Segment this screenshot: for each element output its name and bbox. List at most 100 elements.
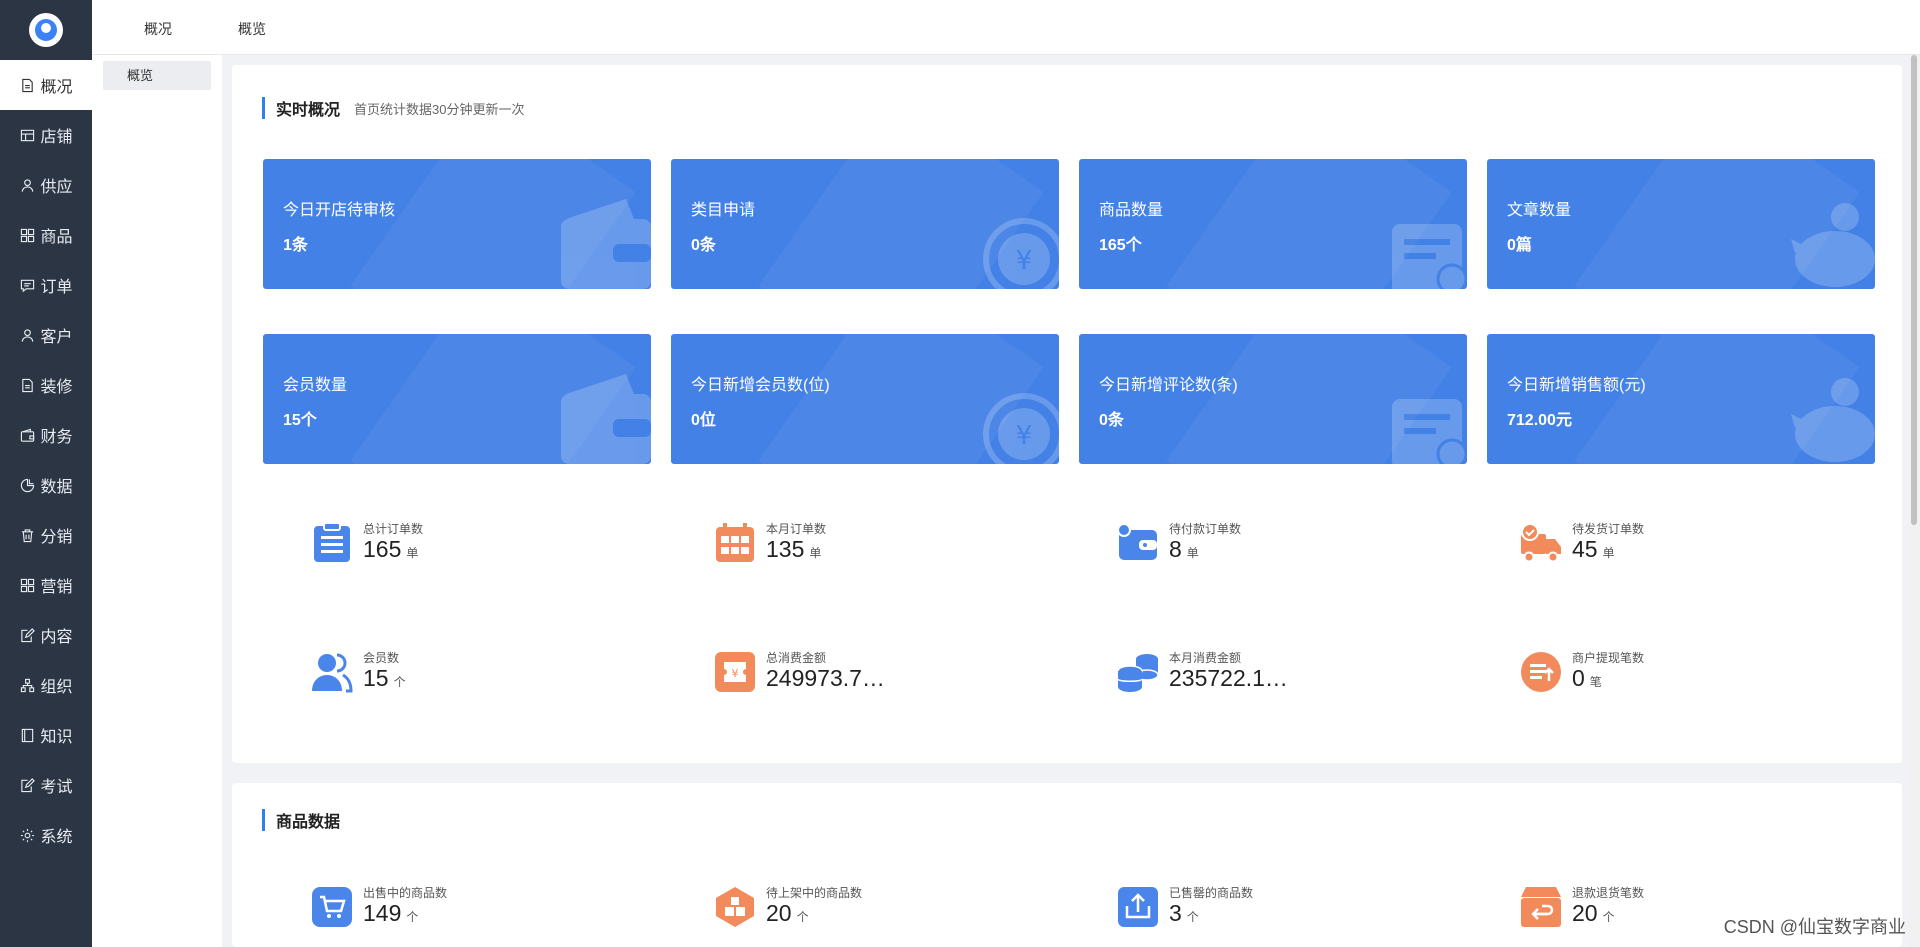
stat-card-shop-review[interactable]: 今日开店待审核 1条 <box>263 159 651 289</box>
wallet-icon <box>561 374 651 464</box>
stat-card-category-apply[interactable]: 类目申请 0条 ¥ <box>671 159 1059 289</box>
sidebar-item-label: 数据 <box>40 479 73 496</box>
sidebar-item-organization[interactable]: 组织 <box>0 660 92 710</box>
sidebar-item-supply[interactable]: 供应 <box>0 160 92 210</box>
metric-unit: 单 <box>406 546 419 560</box>
metric-total-spend[interactable]: ¥ 总消费金额 249973.7… <box>714 643 1014 699</box>
sidebar-item-label: 组织 <box>40 679 73 696</box>
sidebar-item-label: 概况 <box>40 79 73 96</box>
metric-member-count[interactable]: 会员数 15 个 <box>311 643 611 699</box>
app-logo[interactable] <box>29 13 63 47</box>
stat-card-value: 0条 <box>691 237 716 254</box>
header-tab-overview[interactable]: 概况 <box>144 19 172 39</box>
sidebar-item-distribution[interactable]: 分销 <box>0 510 92 560</box>
svg-text:¥: ¥ <box>1016 246 1033 276</box>
user-icon <box>19 177 35 193</box>
sidebar-item-label: 订单 <box>40 279 73 296</box>
metric-unit: 单 <box>809 546 822 560</box>
metric-unit: 个 <box>1186 910 1199 924</box>
sidebar-item-data[interactable]: 数据 <box>0 460 92 510</box>
metric-value-wrap: 45 单 <box>1572 536 1615 563</box>
stat-card-article-count[interactable]: 文章数量 0篇 <box>1487 159 1875 289</box>
sidebar-item-label: 店铺 <box>40 129 73 146</box>
metric-label: 会员数 <box>363 651 400 665</box>
sidebar-item-customers[interactable]: 客户 <box>0 310 92 360</box>
metric-value-wrap: 0笔 <box>1572 665 1602 692</box>
stat-card-label: 今日新增会员数(位) <box>691 377 830 394</box>
user-icon <box>19 327 35 343</box>
receipt-icon <box>1392 399 1467 464</box>
wallet-icon <box>1117 522 1159 564</box>
truck-icon <box>1520 522 1562 564</box>
header-tab-summary[interactable]: 概览 <box>238 19 266 39</box>
stat-card-goods-count[interactable]: 商品数量 165个 <box>1079 159 1467 289</box>
stat-card-value: 0位 <box>691 412 716 429</box>
stat-card-new-members[interactable]: 今日新增会员数(位) 0位 ¥ <box>671 334 1059 464</box>
clipboard-icon <box>311 522 353 564</box>
main-sidebar: 概况 店铺 供应 商品 订单 客户 装修 财务 数据 分销 营销 内容 组织 知… <box>0 0 92 947</box>
metric-value: 135 <box>766 536 805 562</box>
subnav-item-summary[interactable]: 概览 <box>103 61 211 90</box>
return-box-icon <box>1520 886 1562 928</box>
metric-on-sale[interactable]: 出售中的商品数 149 个 <box>311 878 611 934</box>
sidebar-item-label: 财务 <box>40 429 73 446</box>
stat-card-new-comments[interactable]: 今日新增评论数(条) 0条 <box>1079 334 1467 464</box>
metric-value-wrap: 20 个 <box>1572 900 1615 927</box>
metric-value: 0 <box>1572 665 1585 691</box>
sidebar-item-exam[interactable]: 考试 <box>0 760 92 810</box>
metric-label: 总消费金额 <box>766 651 827 665</box>
metric-withdrawals[interactable]: 商户提现笔数 0笔 <box>1520 643 1820 699</box>
sidebar-item-label: 商品 <box>40 229 73 246</box>
piggy-bank-icon <box>1791 203 1875 287</box>
sidebar-item-marketing[interactable]: 营销 <box>0 560 92 610</box>
metric-value: 165 <box>363 536 402 562</box>
sidebar-item-label: 内容 <box>40 629 73 646</box>
sidebar-item-overview[interactable]: 概况 <box>0 60 92 110</box>
sidebar-item-store[interactable]: 店铺 <box>0 110 92 160</box>
sidebar-item-label: 装修 <box>40 379 73 396</box>
secondary-sidebar: 概览 <box>92 55 222 947</box>
sidebar-item-system[interactable]: 系统 <box>0 810 92 860</box>
metric-label: 待发货订单数 <box>1572 522 1645 536</box>
logo-area[interactable] <box>0 0 92 60</box>
cart-icon <box>311 886 353 928</box>
grid-icon <box>19 227 35 243</box>
sidebar-item-content[interactable]: 内容 <box>0 610 92 660</box>
stat-card-label: 今日新增评论数(条) <box>1099 377 1238 394</box>
wallet-icon <box>19 427 35 443</box>
metric-label: 总计订单数 <box>363 522 424 536</box>
stat-card-new-sales[interactable]: 今日新增销售额(元) 712.00元 <box>1487 334 1875 464</box>
sidebar-item-goods[interactable]: 商品 <box>0 210 92 260</box>
metric-sold-out[interactable]: 已售罄的商品数 3个 <box>1117 878 1417 934</box>
section-title: 商品数据 <box>276 814 341 831</box>
metric-month-spend[interactable]: 本月消费金额 235722.1… <box>1117 643 1417 699</box>
metric-pending-shipment[interactable]: 待发货订单数 45 单 <box>1520 514 1820 570</box>
svg-text:¥: ¥ <box>732 667 739 680</box>
page-scrollbar[interactable] <box>1908 55 1920 947</box>
metric-total-orders[interactable]: 总计订单数 165 单 <box>311 514 611 570</box>
sidebar-item-knowledge[interactable]: 知识 <box>0 710 92 760</box>
store-icon <box>19 127 35 143</box>
section-header: 实时概况 首页统计数据30分钟更新一次 <box>262 97 524 119</box>
stat-card-member-count[interactable]: 会员数量 15个 <box>263 334 651 464</box>
metric-value: 149 <box>363 900 402 926</box>
stat-card-label: 今日新增销售额(元) <box>1507 377 1646 394</box>
metric-pending-payment[interactable]: 待付款订单数 8单 <box>1117 514 1417 570</box>
coin-icon: ¥ <box>983 218 1059 289</box>
metric-pending-listing[interactable]: 待上架中的商品数 20 个 <box>714 878 1014 934</box>
scrollbar-thumb[interactable] <box>1911 55 1917 525</box>
users-icon <box>311 651 353 693</box>
metric-unit: 个 <box>796 910 809 924</box>
metric-label: 商户提现笔数 <box>1572 651 1645 665</box>
svg-text:¥: ¥ <box>1016 421 1033 451</box>
sidebar-item-orders[interactable]: 订单 <box>0 260 92 310</box>
receipt-icon <box>1392 224 1467 289</box>
metric-value-wrap: 135 单 <box>766 536 821 563</box>
sidebar-item-decoration[interactable]: 装修 <box>0 360 92 410</box>
coins-icon <box>1117 651 1159 693</box>
metric-label: 待上架中的商品数 <box>766 886 863 900</box>
metric-value-wrap: 8单 <box>1169 536 1199 563</box>
metric-month-orders[interactable]: 本月订单数 135 单 <box>714 514 1014 570</box>
sidebar-item-finance[interactable]: 财务 <box>0 410 92 460</box>
stat-card-label: 商品数量 <box>1099 202 1164 219</box>
